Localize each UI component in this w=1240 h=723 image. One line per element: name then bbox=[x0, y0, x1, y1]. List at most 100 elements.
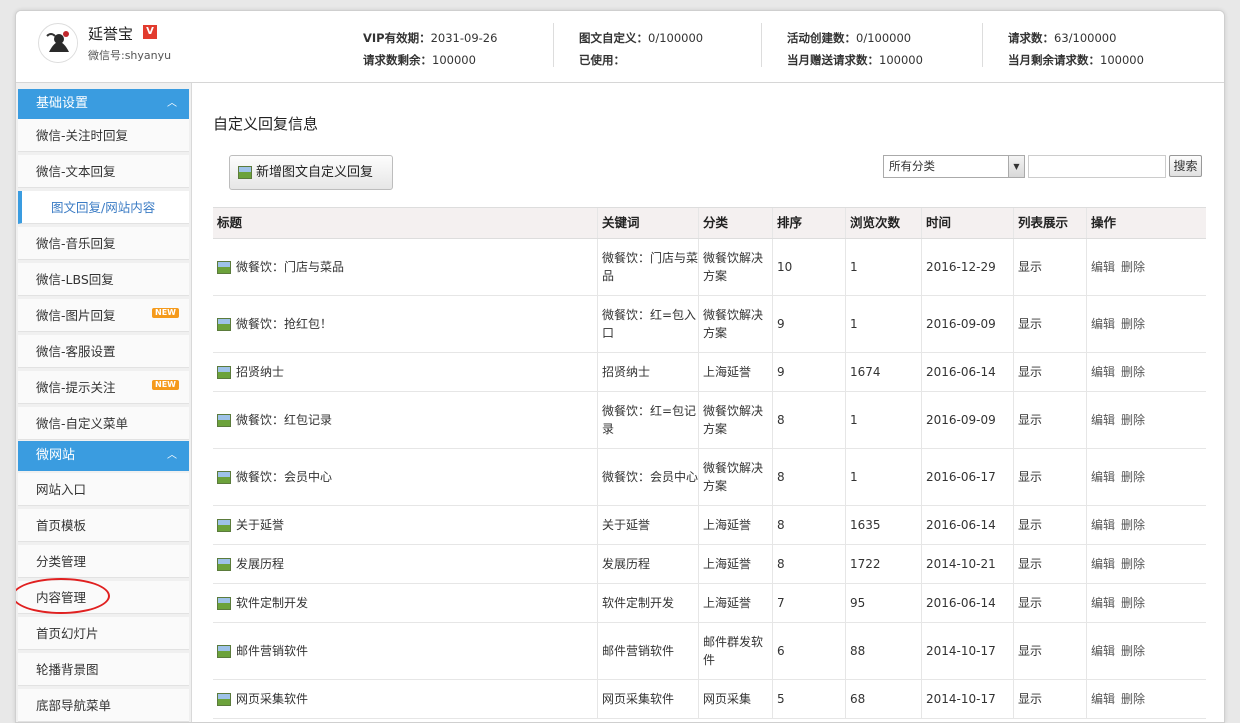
sidebar-item-news-reply[interactable]: 图文回复/网站内容 bbox=[18, 191, 189, 224]
picture-icon bbox=[217, 413, 231, 427]
sidebar-item-text-reply[interactable]: 微信-文本回复 bbox=[18, 155, 189, 188]
sidebar-item-label: 微信-音乐回复 bbox=[36, 236, 116, 251]
cell-order: 10 bbox=[772, 239, 845, 295]
cell-text: 88 bbox=[850, 644, 866, 658]
picture-icon bbox=[217, 557, 231, 571]
sidebar-item-category-mgmt[interactable]: 分类管理 bbox=[18, 545, 189, 578]
cell-title[interactable]: 关于延誉 bbox=[213, 506, 597, 544]
wechat-id: 微信号:shyanyu bbox=[88, 49, 172, 62]
sidebar-item-slideshow[interactable]: 首页幻灯片 bbox=[18, 617, 189, 650]
button-label: 新增图文自定义回复 bbox=[256, 165, 374, 180]
stat-label: 活动创建数： bbox=[787, 31, 856, 45]
stat-custom: 图文自定义：0/100000 已使用： bbox=[579, 27, 703, 71]
cell-actions: 编辑 删除 bbox=[1086, 506, 1206, 544]
edit-link[interactable]: 编辑 bbox=[1091, 258, 1115, 276]
cell-display: 显示 bbox=[1013, 545, 1086, 583]
cell-title[interactable]: 发展历程 bbox=[213, 545, 597, 583]
cell-text: 发展历程 bbox=[236, 557, 285, 571]
cell-text: 邮件群发软件 bbox=[703, 635, 764, 667]
delete-link[interactable]: 删除 bbox=[1121, 411, 1145, 429]
cell-text: 1635 bbox=[850, 518, 881, 532]
edit-link[interactable]: 编辑 bbox=[1091, 642, 1115, 660]
sidebar-item-lbs-reply[interactable]: 微信-LBS回复 bbox=[18, 263, 189, 296]
cell-text: 微餐饮解决方案 bbox=[703, 251, 764, 283]
edit-link[interactable]: 编辑 bbox=[1091, 516, 1115, 534]
cell-views: 1 bbox=[845, 239, 921, 295]
sidebar-item-site-entry[interactable]: 网站入口 bbox=[18, 473, 189, 506]
dropdown-arrow-icon[interactable]: ▼ bbox=[1008, 156, 1024, 177]
edit-link[interactable]: 编辑 bbox=[1091, 555, 1115, 573]
sidebar-section-basic[interactable]: 基础设置 ︿ bbox=[18, 89, 189, 119]
edit-link[interactable]: 编辑 bbox=[1091, 594, 1115, 612]
table-row: 邮件营销软件 邮件营销软件 邮件群发软件 6 88 2014-10-17 显示 编辑 删除 bbox=[213, 623, 1206, 680]
cell-text: 网页采集软件 bbox=[236, 692, 309, 706]
category-select[interactable]: 所有分类 ▼ bbox=[883, 155, 1025, 178]
cell-title[interactable]: 邮件营销软件 bbox=[213, 623, 597, 679]
cell-views: 1 bbox=[845, 296, 921, 352]
sidebar-item-follow-reply[interactable]: 微信-关注时回复 bbox=[18, 119, 189, 152]
cell-text: 微餐饮：红包记录 bbox=[236, 413, 333, 427]
sidebar-item-label: 首页模板 bbox=[36, 518, 87, 533]
cell-text: 微餐饮：红=包记录 bbox=[602, 404, 697, 436]
cell-title[interactable]: 微餐饮：会员中心 bbox=[213, 449, 597, 505]
delete-link[interactable]: 删除 bbox=[1121, 642, 1145, 660]
cell-text: 显示 bbox=[1018, 596, 1043, 610]
delete-link[interactable]: 删除 bbox=[1121, 690, 1145, 708]
edit-link[interactable]: 编辑 bbox=[1091, 315, 1115, 333]
edit-link[interactable]: 编辑 bbox=[1091, 363, 1115, 381]
delete-link[interactable]: 删除 bbox=[1121, 516, 1145, 534]
picture-icon bbox=[217, 470, 231, 484]
sidebar-item-label: 分类管理 bbox=[36, 554, 87, 569]
cell-views: 1722 bbox=[845, 545, 921, 583]
cell-title[interactable]: 软件定制开发 bbox=[213, 584, 597, 622]
table-header: 标题 关键词 分类 排序 浏览次数 时间 列表展示 操作 bbox=[213, 207, 1206, 239]
delete-link[interactable]: 删除 bbox=[1121, 363, 1145, 381]
sidebar-item-image-reply[interactable]: 微信-图片回复 NEW bbox=[18, 299, 189, 332]
stat-label: 当月赠送请求数： bbox=[787, 53, 879, 67]
delete-link[interactable]: 删除 bbox=[1121, 555, 1145, 573]
table-row: 微餐饮：门店与菜品 微餐饮：门店与菜品 微餐饮解决方案 10 1 2016-12-29 显示… bbox=[213, 239, 1206, 296]
sidebar-item-home-template[interactable]: 首页模板 bbox=[18, 509, 189, 542]
col-category: 分类 bbox=[698, 208, 772, 238]
sidebar-item-service[interactable]: 微信-客服设置 bbox=[18, 335, 189, 368]
cell-text: 微餐饮：会员中心 bbox=[236, 470, 333, 484]
cell-text: 2014-10-17 bbox=[926, 692, 996, 706]
add-news-reply-button[interactable]: 新增图文自定义回复 bbox=[229, 155, 393, 190]
cell-text: 95 bbox=[850, 596, 866, 610]
sidebar-item-music-reply[interactable]: 微信-音乐回复 bbox=[18, 227, 189, 260]
cell-text: 上海延誉 bbox=[703, 596, 752, 610]
delete-link[interactable]: 删除 bbox=[1121, 258, 1145, 276]
delete-link[interactable]: 删除 bbox=[1121, 594, 1145, 612]
cell-keyword: 微餐饮：红=包记录 bbox=[597, 392, 698, 448]
picture-icon bbox=[217, 365, 231, 379]
cell-title[interactable]: 网页采集软件 bbox=[213, 680, 597, 718]
avatar bbox=[38, 23, 78, 63]
edit-link[interactable]: 编辑 bbox=[1091, 411, 1115, 429]
delete-link[interactable]: 删除 bbox=[1121, 468, 1145, 486]
sidebar-item-label: 微信-图片回复 bbox=[36, 308, 116, 323]
cell-title[interactable]: 微餐饮：抢红包！ bbox=[213, 296, 597, 352]
sidebar-item-follow-tip[interactable]: 微信-提示关注 NEW bbox=[18, 371, 189, 404]
cell-order: 5 bbox=[772, 680, 845, 718]
edit-link[interactable]: 编辑 bbox=[1091, 468, 1115, 486]
cell-date: 2016-06-17 bbox=[921, 449, 1013, 505]
sidebar-section-microsite[interactable]: 微网站 ︿ bbox=[18, 441, 189, 471]
edit-link[interactable]: 编辑 bbox=[1091, 690, 1115, 708]
sidebar-item-carousel-bg[interactable]: 轮播背景图 bbox=[18, 653, 189, 686]
sidebar-item-label: 微信-关注时回复 bbox=[36, 128, 129, 143]
main-content: 自定义回复信息 新增图文自定义回复 所有分类 ▼ 搜索 标题 关键词 分类 排序… bbox=[193, 83, 1224, 722]
cell-title[interactable]: 微餐饮：门店与菜品 bbox=[213, 239, 597, 295]
sidebar-item-label: 微信-客服设置 bbox=[36, 344, 116, 359]
col-date: 时间 bbox=[921, 208, 1013, 238]
chevron-up-icon: ︿ bbox=[167, 450, 177, 461]
cell-text: 显示 bbox=[1018, 470, 1043, 484]
sidebar-item-custom-menu[interactable]: 微信-自定义菜单 bbox=[18, 407, 189, 440]
search-button[interactable]: 搜索 bbox=[1169, 155, 1202, 177]
sidebar-item-bottom-nav[interactable]: 底部导航菜单 bbox=[18, 689, 189, 722]
cell-title[interactable]: 微餐饮：红包记录 bbox=[213, 392, 597, 448]
cell-title[interactable]: 招贤纳士 bbox=[213, 353, 597, 391]
search-input[interactable] bbox=[1028, 155, 1166, 178]
delete-link[interactable]: 删除 bbox=[1121, 315, 1145, 333]
page-title: 自定义回复信息 bbox=[213, 115, 319, 133]
cell-text: 上海延誉 bbox=[703, 365, 752, 379]
